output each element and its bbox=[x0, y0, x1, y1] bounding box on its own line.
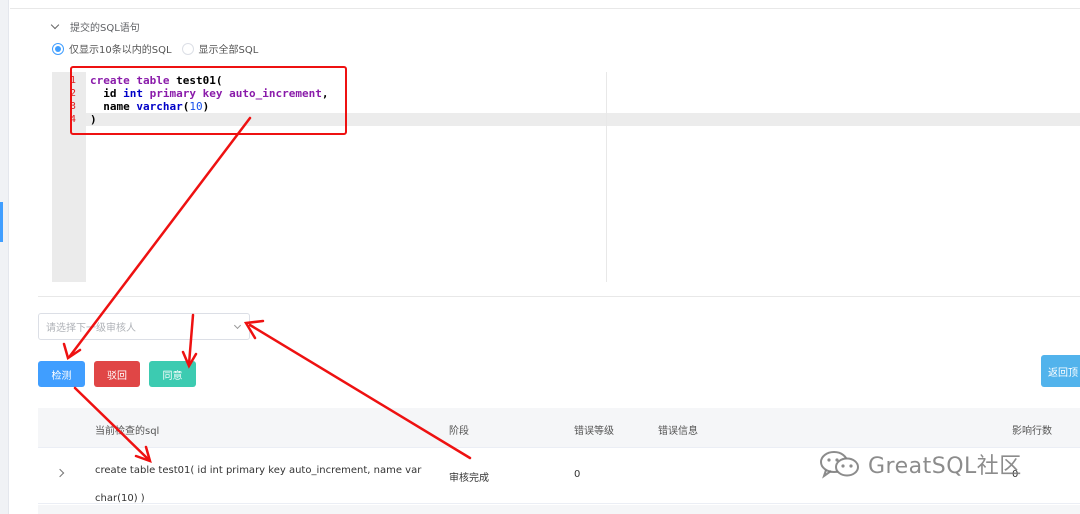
radio-show-10[interactable]: 仅显示10条以内的SQL bbox=[52, 41, 172, 56]
radio-checked-icon[interactable] bbox=[52, 42, 64, 55]
col-header-error-info: 错误信息 bbox=[658, 426, 698, 437]
check-button[interactable]: 检测 bbox=[38, 361, 85, 387]
watermark-text: GreatSQL社区 bbox=[868, 454, 1022, 479]
collapse-header-sql[interactable]: 提交的SQL语句 bbox=[50, 18, 140, 34]
radio-label-show-all: 显示全部SQL bbox=[198, 45, 259, 56]
reviewer-select-placeholder: 请选择下一级审核人 bbox=[46, 323, 136, 334]
reviewer-select[interactable]: 请选择下一级审核人 bbox=[38, 313, 250, 340]
watermark: GreatSQL社区 bbox=[818, 448, 1022, 480]
side-rail bbox=[0, 0, 9, 514]
editor-print-margin bbox=[606, 72, 607, 282]
reject-button[interactable]: 驳回 bbox=[94, 361, 140, 387]
section-divider bbox=[38, 296, 1080, 297]
chevron-down-icon[interactable] bbox=[233, 321, 242, 330]
radio-unchecked-icon[interactable] bbox=[181, 42, 194, 55]
table-header: 当前检查的sql 阶段 错误等级 错误信息 影响行数 bbox=[38, 408, 1080, 448]
col-header-error-level: 错误等级 bbox=[574, 426, 614, 437]
rail-active-indicator bbox=[0, 202, 3, 242]
col-header-stage: 阶段 bbox=[449, 426, 469, 437]
annotation-box bbox=[70, 66, 347, 135]
col-header-affected-rows: 影响行数 bbox=[1012, 426, 1052, 437]
back-to-top-button[interactable]: 返回顶 bbox=[1041, 355, 1080, 387]
radio-show-all[interactable]: 显示全部SQL bbox=[181, 41, 259, 56]
display-option-group: 仅显示10条以内的SQL 显示全部SQL bbox=[52, 41, 268, 56]
section-title: 提交的SQL语句 bbox=[70, 22, 140, 34]
cell-stage: 审核完成 bbox=[449, 473, 489, 484]
agree-button[interactable]: 同意 bbox=[149, 361, 196, 387]
top-divider bbox=[10, 8, 1080, 9]
wechat-icon bbox=[820, 451, 859, 479]
cell-error-level: 0 bbox=[574, 469, 581, 480]
radio-label-show-10: 仅显示10条以内的SQL bbox=[69, 45, 172, 56]
expand-row-icon[interactable] bbox=[55, 468, 65, 478]
chevron-down-icon[interactable] bbox=[50, 20, 60, 29]
col-header-sql: 当前检查的sql bbox=[95, 426, 160, 437]
table-footer-strip bbox=[38, 505, 1080, 514]
